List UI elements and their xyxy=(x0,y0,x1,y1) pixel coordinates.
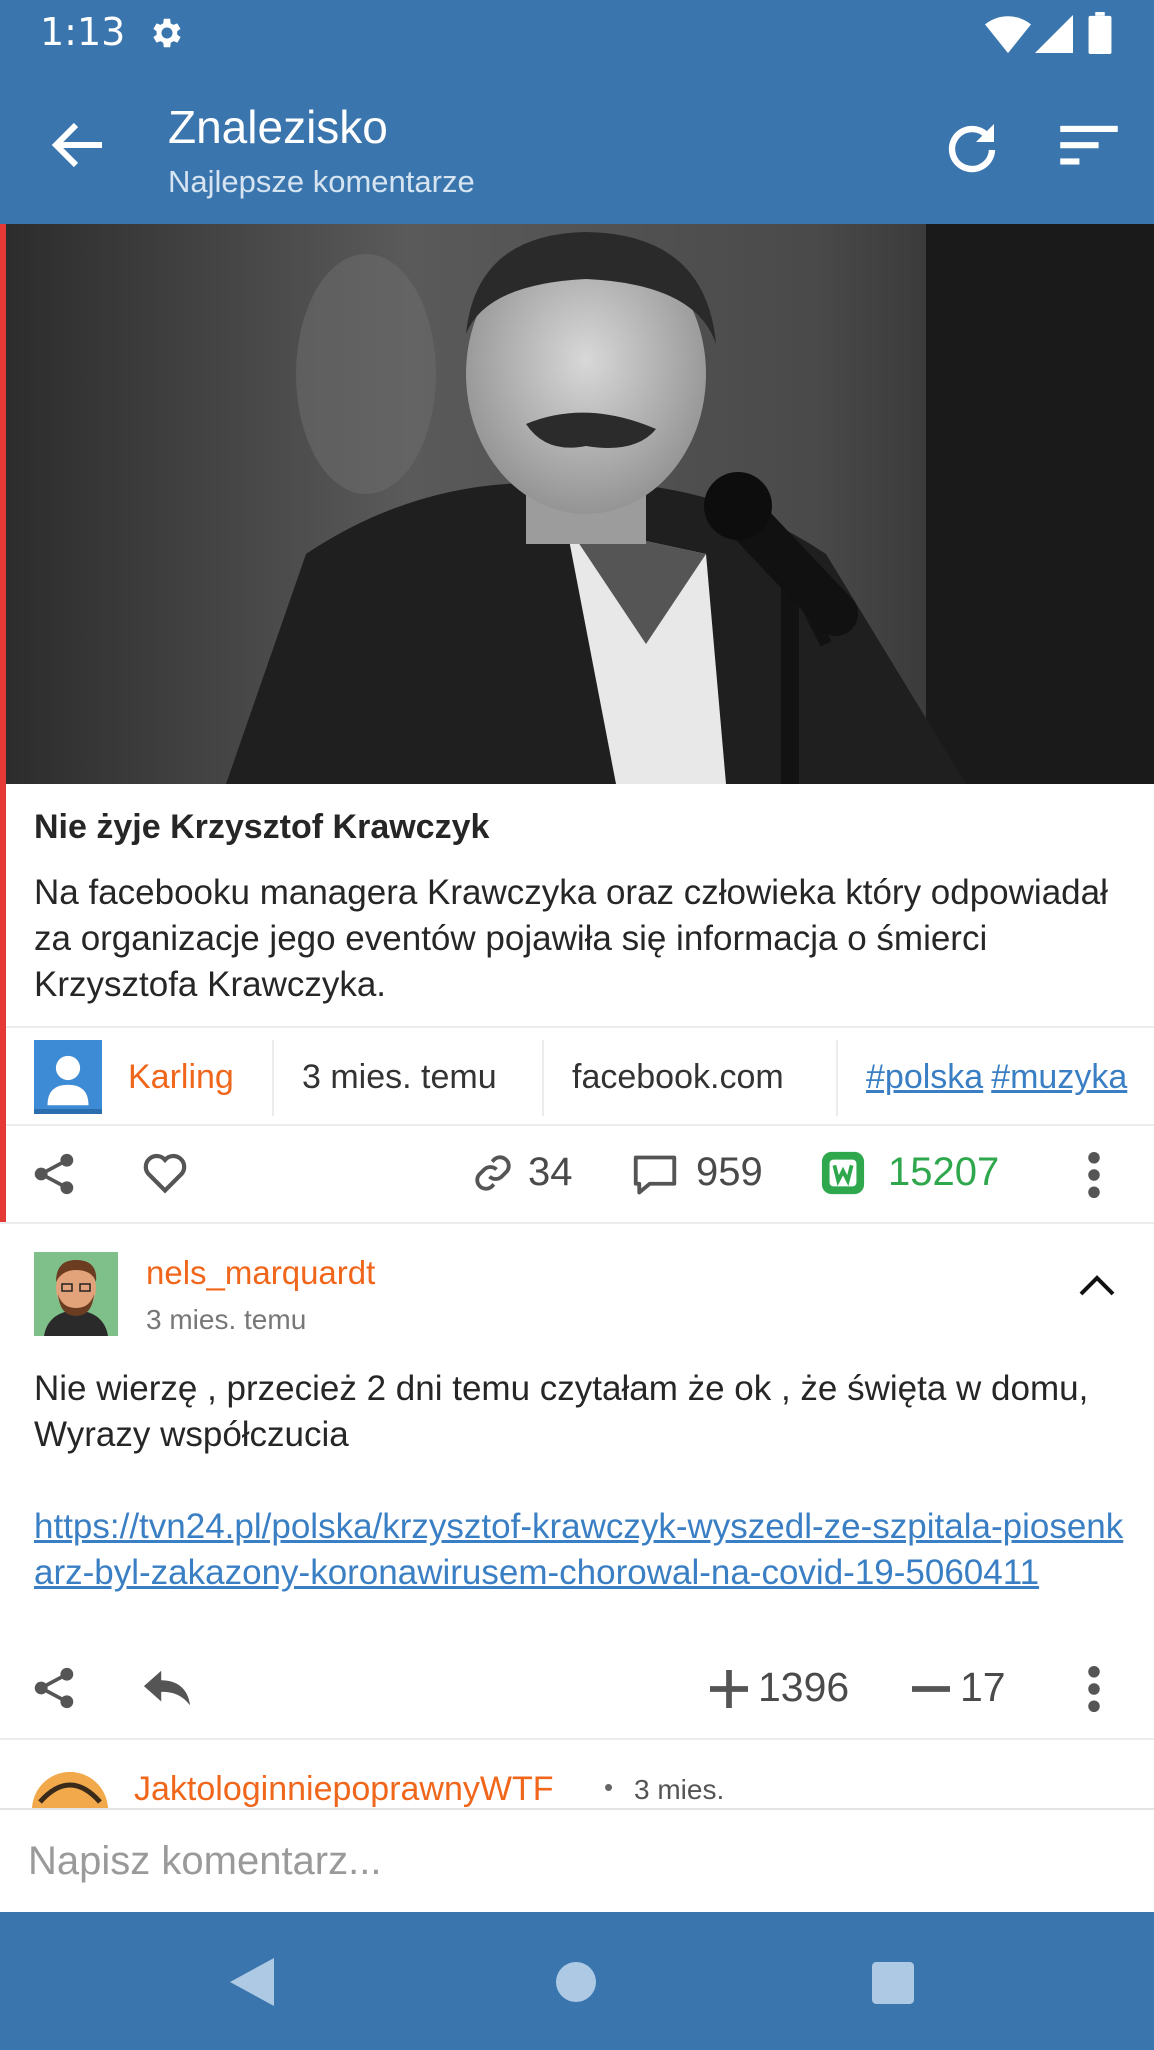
gear-icon xyxy=(153,18,181,48)
more-vert-icon[interactable] xyxy=(1086,1666,1102,1712)
article-time: 3 mies. temu xyxy=(302,1058,497,1096)
more-vert-icon[interactable] xyxy=(1086,1152,1102,1198)
article-thumbnail-image[interactable] xyxy=(6,224,1154,784)
comment-time: 3 mies. xyxy=(634,1774,725,1805)
default-avatar-icon[interactable] xyxy=(34,1040,102,1114)
divider xyxy=(0,1738,1154,1740)
back-arrow-icon[interactable] xyxy=(50,120,106,170)
vote-count[interactable]: 15207 xyxy=(888,1150,999,1195)
wykop-vote-icon[interactable] xyxy=(820,1150,866,1196)
meta-divider xyxy=(836,1040,838,1116)
article-card[interactable]: Nie żyje Krzysztof Krawczyk Na facebooku… xyxy=(0,224,1154,1222)
refresh-icon[interactable] xyxy=(944,118,1000,174)
share-icon[interactable] xyxy=(32,1152,76,1196)
article-source[interactable]: facebook.com xyxy=(572,1058,784,1097)
nav-back-icon[interactable] xyxy=(230,1958,274,2006)
sort-icon[interactable] xyxy=(1060,122,1118,168)
system-navigation-bar xyxy=(0,1912,1154,2050)
comment-time: 3 mies. temu xyxy=(146,1304,307,1335)
nav-recents-icon[interactable] xyxy=(872,1962,914,2004)
tag-link[interactable]: #polska xyxy=(866,1058,983,1096)
share-icon[interactable] xyxy=(32,1666,76,1710)
comment-item: JaktologinniepoprawnyWTF • 3 mies. xyxy=(0,1742,1154,1808)
comment-link[interactable]: https://tvn24.pl/polska/krzysztof-krawcz… xyxy=(34,1504,1134,1596)
upvote-count[interactable]: 1396 xyxy=(758,1664,849,1711)
comment-body: Nie wierzę , przecież 2 dni temu czytała… xyxy=(34,1369,1089,1454)
comment-count[interactable]: 959 xyxy=(696,1150,763,1195)
article-actions: 34 959 15207 xyxy=(6,1126,1154,1222)
comment-author[interactable]: nels_marquardt xyxy=(146,1254,375,1292)
status-bar: 1:13 xyxy=(0,0,1154,68)
plus-icon[interactable] xyxy=(710,1670,748,1708)
heart-icon[interactable] xyxy=(142,1152,188,1194)
separator-dot: • xyxy=(604,1772,614,1802)
chevron-up-icon[interactable] xyxy=(1078,1272,1116,1298)
nav-home-icon[interactable] xyxy=(556,1962,596,2002)
wifi-icon xyxy=(985,16,1031,54)
article-meta-row: Karling 3 mies. temu facebook.com #polsk… xyxy=(6,1026,1154,1126)
comment-author[interactable]: JaktologinniepoprawnyWTF xyxy=(134,1770,554,1808)
article-title[interactable]: Nie żyje Krzysztof Krawczyk xyxy=(34,808,489,847)
comment-input[interactable] xyxy=(0,1810,1154,1912)
battery-icon xyxy=(1088,12,1112,54)
tag-link[interactable]: #muzyka xyxy=(991,1058,1127,1096)
reply-icon[interactable] xyxy=(142,1668,192,1708)
app-bar: Znalezisko Najlepsze komentarze xyxy=(0,68,1154,224)
article-tags: #polska #muzyka xyxy=(866,1058,1135,1097)
page-subtitle: Najlepsze komentarze xyxy=(168,164,475,199)
downvote-count[interactable]: 17 xyxy=(960,1664,1006,1711)
avatar[interactable] xyxy=(34,1252,118,1336)
minus-icon[interactable] xyxy=(912,1670,950,1708)
comment-compose-bar xyxy=(0,1808,1154,1912)
status-time: 1:13 xyxy=(40,10,126,54)
meta-divider xyxy=(272,1040,274,1116)
screen: 1:13 Znalezisko Najlepsze komentarze Nie… xyxy=(0,0,1154,2050)
avatar[interactable] xyxy=(32,1772,108,1808)
article-author[interactable]: Karling xyxy=(128,1058,234,1097)
related-links-count[interactable]: 34 xyxy=(528,1150,573,1195)
meta-divider xyxy=(542,1040,544,1116)
comment-icon[interactable] xyxy=(632,1154,678,1196)
article-description: Na facebooku managera Krawczyka oraz czł… xyxy=(34,873,1108,1004)
signal-icon xyxy=(1035,15,1073,53)
comment-item: nels_marquardt 3 mies. temu Nie wierzę ,… xyxy=(0,1224,1154,1738)
link-icon[interactable] xyxy=(472,1152,514,1194)
page-title: Znalezisko xyxy=(168,101,388,153)
